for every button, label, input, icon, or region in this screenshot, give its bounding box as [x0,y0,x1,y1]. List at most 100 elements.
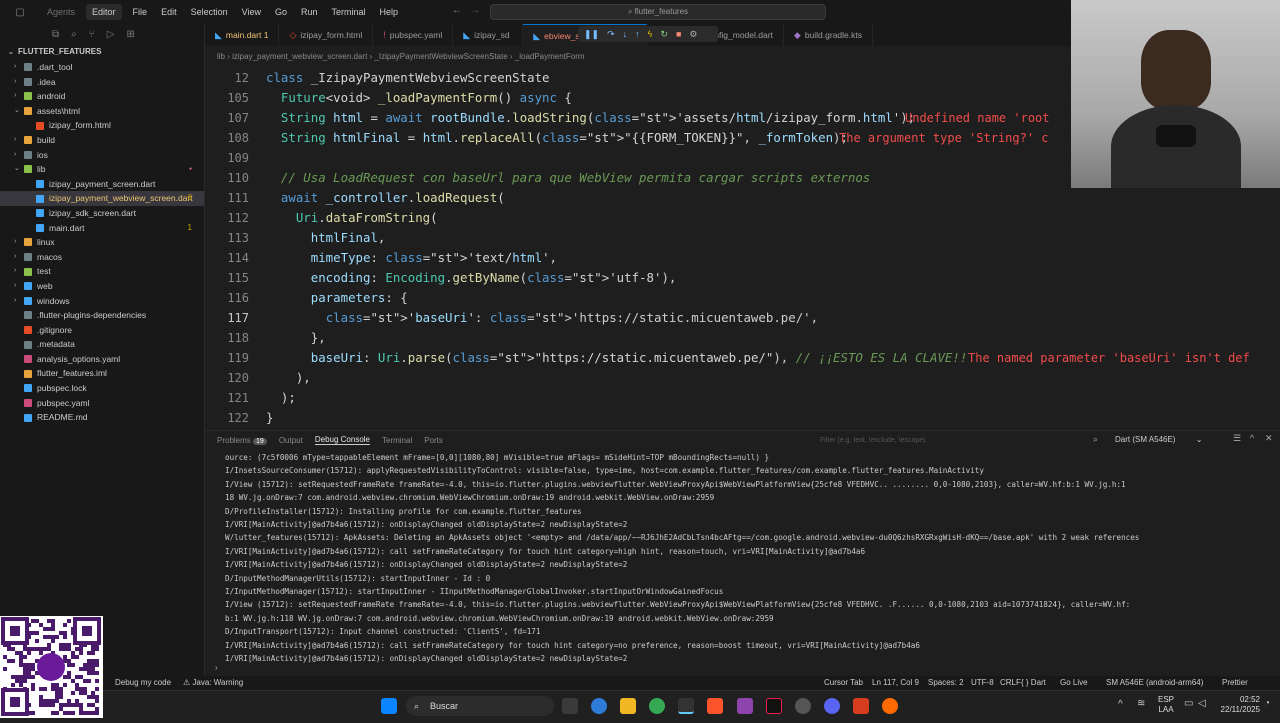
tree-item[interactable]: ⌄ assets\html [0,104,204,119]
explorer-root[interactable]: ⌄ FLUTTER_FEATURES [0,44,204,60]
menu-run[interactable]: Run [294,0,325,24]
menu-selection[interactable]: Selection [184,0,235,24]
wifi-icon[interactable]: ≋ [1137,698,1145,709]
tree-item[interactable]: › macos [0,250,204,265]
command-search[interactable]: ⌕ flutter_features [490,4,826,20]
close-panel-icon[interactable]: ✕ [1265,433,1273,444]
tree-item[interactable]: pubspec.yaml [0,396,204,411]
tab-problems[interactable]: Problems 19 [217,436,267,445]
menu-view[interactable]: View [235,0,268,24]
debug-session-select[interactable]: Dart (SM A546E) ⌄ [1115,433,1225,447]
tab-debug-console[interactable]: Debug Console [314,435,370,445]
console-prompt-icon[interactable]: › [215,663,218,672]
tree-item[interactable]: flutter_features.iml [0,366,204,381]
chevron-up-icon[interactable]: ^ [1118,699,1123,710]
language-indicator[interactable]: ESP LAA [1158,695,1174,715]
search-icon[interactable]: ⌕ [71,29,77,40]
layout-icon[interactable]: ▢ [0,7,40,18]
code-line[interactable]: 118 }, [205,328,1280,348]
console-filter-input[interactable]: Filter (e.g. text, !exclude, \escape) [820,435,1080,447]
tree-item[interactable]: › ios [0,148,204,163]
menu-edit[interactable]: Edit [154,0,184,24]
status-go-live[interactable]: Go Live [1060,676,1088,690]
taskbar-search[interactable]: ⌕ Buscar [406,696,554,716]
tab-terminal[interactable]: Terminal [382,436,412,445]
search-icon[interactable]: ⌕ [1093,434,1098,445]
tree-item[interactable]: pubspec.lock [0,381,204,396]
tf-app-icon[interactable] [853,698,869,714]
copilot-icon[interactable] [591,698,607,714]
app-icon[interactable] [737,698,753,714]
tree-item[interactable]: › .idea [0,75,204,90]
tree-item[interactable]: › test [0,264,204,279]
devtools-icon[interactable]: ⚙ [689,29,697,40]
tab-output[interactable]: Output [279,436,303,445]
editor-tab[interactable]: ◣ main.dart 1 [205,24,280,46]
file-explorer-icon[interactable] [620,698,636,714]
code-line[interactable]: 122} [205,408,1280,428]
code-line[interactable]: 121 ); [205,388,1280,408]
code-line[interactable]: 113 htmlFinal, [205,228,1280,248]
task-view-icon[interactable] [562,698,578,714]
run-debug-icon[interactable]: ▷ [107,29,115,40]
menu-editor[interactable]: Editor [86,4,122,20]
status-indentation[interactable]: Spaces: 2 [928,676,964,690]
tree-item[interactable]: › build [0,133,204,148]
code-line[interactable]: 119 baseUri: Uri.parse(class="st">"https… [205,348,1280,368]
stop-icon[interactable]: ■ [676,29,681,39]
status-language[interactable]: { } Dart [1021,676,1046,690]
tree-item[interactable]: main.dart 1 [0,221,204,236]
tree-item[interactable]: .gitignore [0,323,204,338]
tiktok-icon[interactable] [766,698,782,714]
notification-icon[interactable]: ◔ [1264,698,1270,709]
tree-item[interactable]: › windows [0,294,204,309]
menu-file[interactable]: File [126,0,155,24]
terminal-icon[interactable] [678,698,694,714]
windows-start-icon[interactable] [381,698,397,714]
status-eol[interactable]: CRLF [1000,676,1021,690]
status-cursor-tab[interactable]: Cursor Tab [824,676,863,690]
clock[interactable]: 02:52 22/11/2025 [1216,695,1260,715]
code-line[interactable]: 120 ), [205,368,1280,388]
discord-icon[interactable] [824,698,840,714]
tree-item[interactable]: .flutter-plugins-dependencies [0,308,204,323]
status-debug-mode[interactable]: Debug my code [115,676,171,690]
editor-tab[interactable]: ◆ build.gradle.kts [784,24,873,46]
tree-item[interactable]: izipay_form.html [0,118,204,133]
code-line[interactable]: 114 mimeType: class="st">'text/html', [205,248,1280,268]
tab-ports[interactable]: Ports [424,436,443,445]
tree-item[interactable]: .metadata [0,337,204,352]
step-into-icon[interactable]: ↓ [623,29,628,39]
clear-console-icon[interactable]: ☰ [1233,433,1241,444]
code-line[interactable]: 117 class="st">'baseUri': class="st">'ht… [205,308,1280,328]
tree-item[interactable]: › linux [0,235,204,250]
forward-arrow-icon[interactable]: → [470,5,480,16]
menu-help[interactable]: Help [373,0,406,24]
menu-terminal[interactable]: Terminal [325,0,373,24]
hot-reload-icon[interactable]: ϟ [648,29,653,39]
volume-icon[interactable]: ◁ [1198,698,1206,709]
code-line[interactable]: 112 Uri.dataFromString( [205,208,1280,228]
tree-item[interactable]: README.md [0,410,204,425]
editor-tab[interactable]: ◣ izipay_sd [453,24,524,46]
tree-item[interactable]: izipay_payment_webview_screen.dart 6 [0,191,204,206]
chrome-icon[interactable] [649,698,665,714]
network-icon[interactable]: ▭ [1184,698,1193,709]
brave-icon[interactable] [707,698,723,714]
editor-tab[interactable]: ! pubspec.yaml [373,24,454,46]
step-over-icon[interactable]: ↷ [607,29,615,40]
status-java-warning[interactable]: ⚠ Java: Warning [183,676,243,690]
pause-icon[interactable]: ❚❚ [584,29,599,40]
tree-item[interactable]: izipay_payment_screen.dart [0,177,204,192]
extensions-icon[interactable]: ⊞ [126,29,134,40]
tree-item[interactable]: ⌄ lib ● [0,162,204,177]
step-out-icon[interactable]: ↑ [635,29,640,39]
restart-icon[interactable]: ↻ [660,29,668,40]
app-icon-2[interactable] [882,698,898,714]
back-arrow-icon[interactable]: ← [452,5,462,16]
settings-icon[interactable] [795,698,811,714]
new-file-icon[interactable]: ⧉ [52,29,59,40]
code-line[interactable]: 111 await _controller.loadRequest( [205,188,1280,208]
source-control-icon[interactable]: ⑂ [89,29,95,40]
status-prettier[interactable]: Prettier [1222,676,1248,690]
